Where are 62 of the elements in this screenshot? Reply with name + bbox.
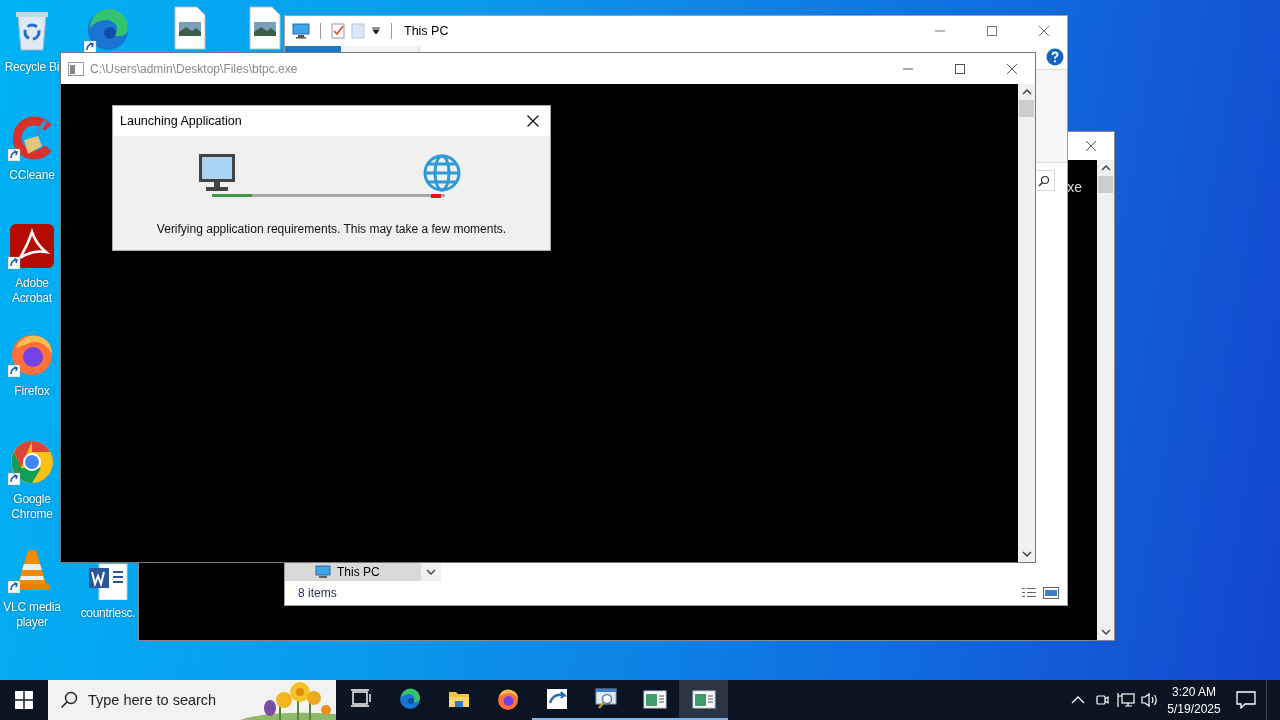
scroll-up-icon <box>1100 164 1111 172</box>
window-title: C:\Users\admin\Desktop\Files\btpc.exe <box>90 61 298 76</box>
fox-logo-icon <box>495 687 520 711</box>
speaker-icon <box>1141 692 1159 708</box>
checklist-icon[interactable] <box>331 23 345 39</box>
windows-logo-icon <box>15 691 33 709</box>
desktop-shortcut[interactable]: Google Chrome <box>1 438 63 522</box>
scrollbar[interactable] <box>1018 84 1035 562</box>
scroll-up-icon <box>1021 88 1032 96</box>
close-button[interactable] <box>525 113 541 129</box>
dropdown-caret-icon[interactable] <box>371 27 381 35</box>
close-icon <box>1006 62 1018 75</box>
chevron-up-icon <box>1071 695 1085 705</box>
console-icon <box>68 61 84 76</box>
desktop-shortcut[interactable]: Adobe Acrobat <box>1 222 63 306</box>
search-icon <box>60 691 78 709</box>
console-text: xe <box>1067 179 1082 195</box>
desktop-shortcut[interactable]: countriesc. <box>80 563 136 621</box>
search-field[interactable] <box>1037 170 1055 191</box>
network-icon <box>1117 692 1135 708</box>
scroll-thumb[interactable] <box>1098 176 1113 193</box>
dialog-title: Launching Application <box>120 114 243 128</box>
window-icon <box>642 687 667 711</box>
monitor-icon <box>315 565 331 579</box>
globe-icon <box>422 153 462 193</box>
scroll-thumb[interactable] <box>1019 100 1034 117</box>
maximize-icon <box>986 25 998 37</box>
scroll-down-icon <box>1021 550 1032 558</box>
status-message: Verifying application requirements. This may take a few moments. <box>155 222 508 236</box>
help-icon[interactable] <box>1046 48 1064 66</box>
monitor-icon <box>292 23 310 39</box>
close-icon <box>1085 140 1097 152</box>
window-title: This PC <box>404 24 449 38</box>
desktop-shortcut[interactable]: Recycle Bi <box>4 6 60 75</box>
taskbar-app-button[interactable] <box>679 680 728 720</box>
desktop-shortcut[interactable]: Firefox <box>8 330 56 399</box>
status-text: 8 items <box>298 586 337 600</box>
close-icon <box>527 115 539 127</box>
desktop-shortcut[interactable]: VLC media player <box>1 546 63 630</box>
image-file-icon[interactable] <box>247 6 282 50</box>
details-view-icon[interactable] <box>1021 587 1037 599</box>
image-file-icon[interactable] <box>172 6 207 50</box>
nav-item[interactable]: This PC <box>285 563 421 581</box>
camera-icon <box>1094 692 1110 708</box>
search-icon <box>1038 174 1050 187</box>
magnifier-icon <box>593 687 618 711</box>
tiles-view-icon[interactable] <box>1043 587 1059 599</box>
chevron-down-icon <box>426 568 436 576</box>
search-field[interactable]: Type here to search <box>78 691 240 709</box>
swirl-logo-icon <box>397 687 422 711</box>
speech-bubble-icon <box>1236 691 1256 709</box>
clock-button[interactable]: 3:20 AM 5/19/2025 <box>1162 680 1226 720</box>
close-icon <box>1038 25 1050 37</box>
monitor-icon <box>198 153 236 193</box>
scrollbar[interactable] <box>1097 160 1114 640</box>
search-box[interactable]: Type here to search <box>48 680 336 720</box>
desktop-shortcut[interactable]: CCleane <box>8 114 56 183</box>
arrow-app-icon <box>544 687 569 711</box>
expand-button[interactable] <box>421 563 441 581</box>
maximize-icon <box>954 62 966 75</box>
window-icon <box>691 687 716 711</box>
scroll-down-icon <box>1100 628 1111 636</box>
